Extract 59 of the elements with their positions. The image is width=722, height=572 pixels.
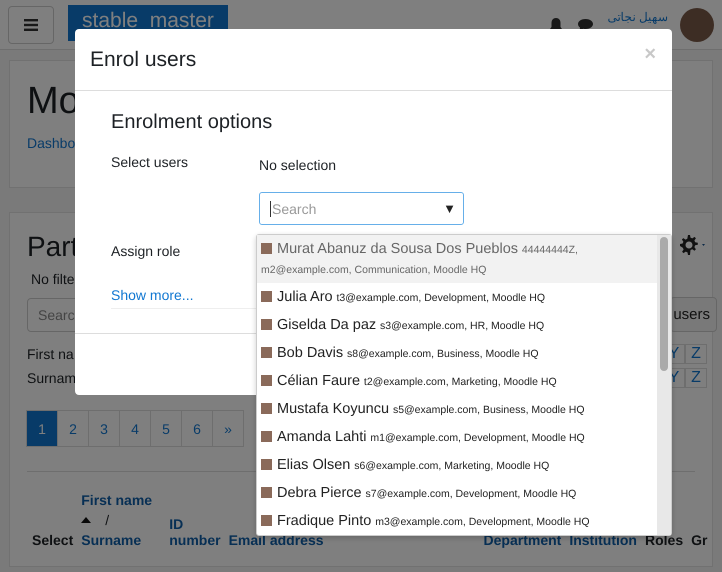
page-button[interactable]: 3 <box>88 410 120 447</box>
user-option[interactable]: Debra Pierce s7@example.com, Development, Moodle HQ <box>257 479 657 507</box>
participants-title: Part <box>27 231 78 263</box>
user-option[interactable]: Giselda Da paz s3@example.com, HR, Moodle HQ <box>257 311 657 339</box>
initial-letter-button[interactable]: Z <box>685 344 707 364</box>
column-separator: / <box>105 512 110 528</box>
scrollbar[interactable] <box>657 235 671 535</box>
user-photo-placeholder <box>261 515 272 526</box>
page-button[interactable]: 6 <box>181 410 213 447</box>
column-header: Gr <box>691 532 708 548</box>
user-photo-placeholder <box>261 459 272 470</box>
column-header-link[interactable]: ID number <box>169 516 221 548</box>
show-more-link[interactable]: Show more... <box>111 287 194 303</box>
selection-text: No selection <box>259 157 338 173</box>
user-option[interactable]: Murat Abanuz da Sousa Dos Pueblos 44444444Z, m2@example.com, Communication, Moodle HQ <box>257 235 657 283</box>
page-button[interactable]: 5 <box>150 410 182 447</box>
user-photo-placeholder <box>261 319 272 330</box>
column-header-link[interactable]: Institution <box>569 532 637 548</box>
user-photo-placeholder <box>261 347 272 358</box>
user-photo-placeholder <box>261 291 272 302</box>
column-header-link[interactable]: Surname <box>81 532 162 548</box>
user-photo-placeholder <box>261 487 272 498</box>
enrol-users-button[interactable]: users <box>670 297 717 332</box>
sort-ascending-icon <box>81 517 92 523</box>
user-option[interactable]: Fradique Pinto m3@example.com, Development, Moodle HQ <box>257 507 657 535</box>
column-header-link[interactable]: Department <box>484 532 562 548</box>
column-header: Roles <box>644 532 684 548</box>
menu-button[interactable] <box>8 6 54 44</box>
page-button[interactable]: » <box>212 410 244 447</box>
user-option[interactable]: Julia Aro t3@example.com, Development, Moodle HQ <box>257 283 657 311</box>
user-option[interactable]: Bob Davis s8@example.com, Business, Moodle HQ <box>257 339 657 367</box>
page-button[interactable]: 2 <box>57 410 89 447</box>
dialog-title: Enrol users <box>90 48 196 72</box>
filter-text: No filte <box>31 271 75 287</box>
field-label: Assign role <box>111 243 182 259</box>
user-photo-placeholder <box>261 375 272 386</box>
user-option[interactable]: Amanda Lahti m1@example.com, Development, Moodle HQ <box>257 423 657 451</box>
user-option[interactable]: Mustafa Koyuncu s5@example.com, Business, Moodle HQ <box>257 395 657 423</box>
user-option[interactable]: Elias Olsen s6@example.com, Marketing, Moodle HQ <box>257 451 657 479</box>
page-button[interactable]: 1 <box>26 410 58 447</box>
user-photo-placeholder <box>261 431 272 442</box>
page-button[interactable]: 4 <box>119 410 151 447</box>
chat-bubble-icon[interactable] <box>576 18 594 32</box>
user-option[interactable]: Célian Faure t2@example.com, Marketing, Moodle HQ <box>257 367 657 395</box>
user-photo-placeholder <box>261 403 272 414</box>
menu-icon <box>24 18 38 30</box>
initials-label: First na <box>27 346 74 362</box>
user-name[interactable]: سهیل نجاتی <box>608 10 668 24</box>
column-header-link[interactable]: Email address <box>228 532 324 548</box>
initial-letter-button[interactable]: Z <box>685 368 707 388</box>
column-header: Select <box>32 532 74 548</box>
section-heading: Enrolment options <box>111 111 274 134</box>
initials-label: Surnam <box>27 370 76 386</box>
user-search-field[interactable]: Search ▼ <box>259 192 464 225</box>
breadcrumb-link[interactable]: Dashbo <box>27 135 76 151</box>
user-photo-placeholder <box>261 243 272 254</box>
column-header-link[interactable]: First name <box>81 492 162 508</box>
field-label: Select users <box>111 154 190 172</box>
user-avatar[interactable] <box>680 8 714 42</box>
